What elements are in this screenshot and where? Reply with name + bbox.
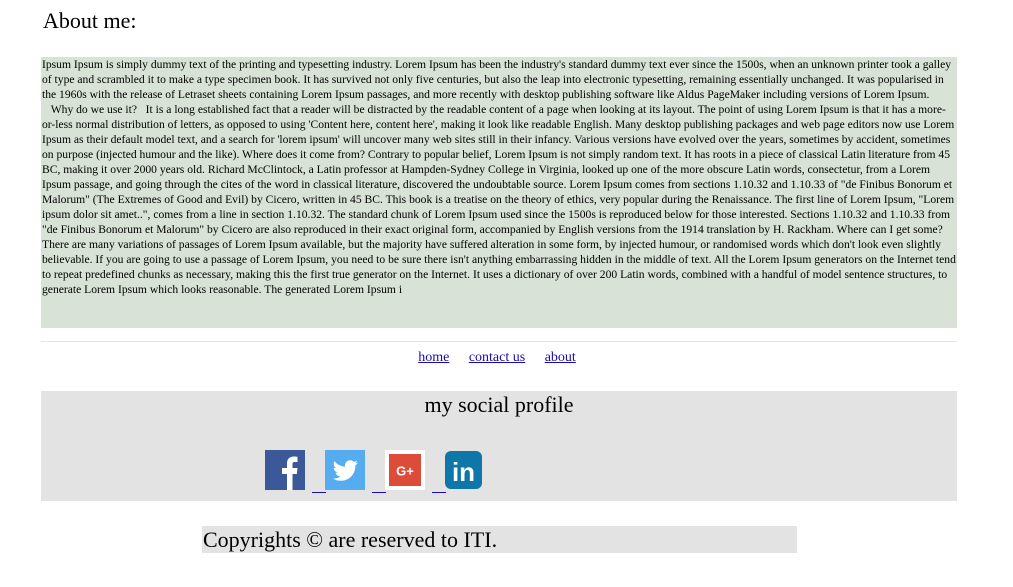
svg-text:G+: G+ [396,464,414,479]
link-underline [432,492,446,493]
nav-home-link[interactable]: home [418,350,453,365]
facebook-link[interactable] [265,450,305,490]
svg-text:in: in [452,457,475,487]
twitter-link[interactable] [325,450,365,490]
nav-about-link[interactable]: about [545,350,580,365]
social-title: my social profile [424,392,574,417]
google-plus-link[interactable]: G+ [385,450,425,490]
link-underline [312,492,326,493]
nav-links: home contact us about [41,349,957,367]
footer-copyright: Copyrights © are reserved to ITI. [202,526,797,553]
divider [41,341,957,342]
linkedin-link[interactable]: in [443,450,483,490]
link-underline [372,492,386,493]
social-profile-panel: my social profile G+ in [41,391,957,501]
page: About me: Ipsum Ipsum is simply dummy te… [0,0,1013,587]
facebook-icon [265,450,305,490]
nav-contact-link[interactable]: contact us [469,350,529,365]
about-heading: About me: [43,8,137,33]
twitter-icon [325,450,365,490]
linkedin-icon: in [445,451,482,489]
about-text: Ipsum Ipsum is simply dummy text of the … [41,57,957,328]
google-plus-icon: G+ [385,450,425,490]
